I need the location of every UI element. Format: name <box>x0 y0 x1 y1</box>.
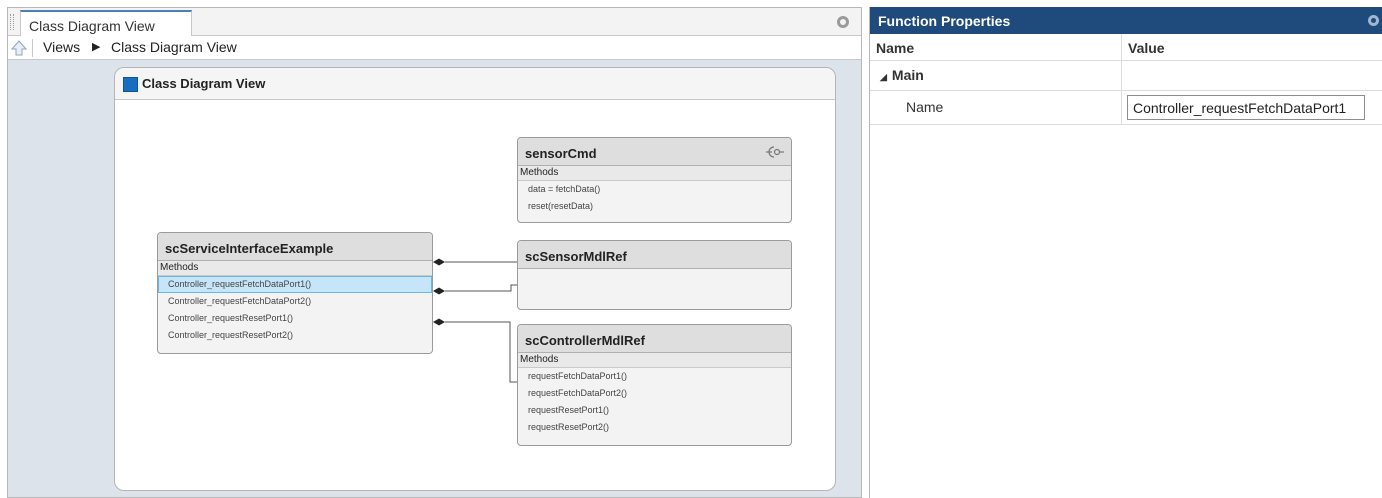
class-title: sensorCmd <box>518 138 791 166</box>
class-title: scServiceInterfaceExample <box>158 233 432 261</box>
methods-section-label: Methods <box>518 353 791 368</box>
breadcrumb-divider <box>32 39 33 57</box>
diagram-header: Class Diagram View <box>115 68 835 100</box>
property-row-name: Name <box>870 91 1382 125</box>
breadcrumb: Views ▶ Class Diagram View <box>8 36 861 60</box>
group-label[interactable]: ◢ Main <box>870 61 1122 90</box>
tab-grip-icon[interactable] <box>10 14 14 30</box>
properties-table: Name Value ◢ Main Name <box>870 34 1382 125</box>
breadcrumb-views-link[interactable]: Views <box>43 39 80 55</box>
function-properties-pane: Function Properties Name Value ◢ Main Nam… <box>869 7 1382 498</box>
property-group-main[interactable]: ◢ Main <box>870 61 1382 91</box>
property-label: Name <box>870 91 1122 124</box>
properties-header: Function Properties <box>870 7 1382 34</box>
method-item[interactable]: Controller_requestResetPort2() <box>158 327 432 344</box>
method-item[interactable]: requestResetPort1() <box>518 402 791 419</box>
interface-lollipop-icon <box>766 146 784 158</box>
method-item[interactable]: Controller_requestResetPort1() <box>158 310 432 327</box>
square-icon <box>123 77 138 92</box>
class-title: scControllerMdlRef <box>518 325 791 353</box>
function-name-input[interactable] <box>1127 95 1365 120</box>
tab-class-diagram-view[interactable]: Class Diagram View <box>20 10 192 37</box>
properties-table-header: Name Value <box>870 34 1382 61</box>
method-item[interactable]: Controller_requestFetchDataPort2() <box>158 293 432 310</box>
method-item[interactable]: requestFetchDataPort2() <box>518 385 791 402</box>
triangle-down-icon[interactable]: ◢ <box>880 72 887 82</box>
class-box-scServiceInterfaceExample[interactable]: scServiceInterfaceExample Methods Contro… <box>157 232 433 354</box>
column-header-value: Value <box>1128 40 1165 56</box>
method-item[interactable]: requestFetchDataPort1() <box>518 368 791 385</box>
method-item[interactable]: data = fetchData() <box>518 181 791 198</box>
triangle-right-icon: ▶ <box>92 41 101 53</box>
class-box-scSensorMdlRef[interactable]: scSensorMdlRef <box>517 240 792 310</box>
up-arrow-icon[interactable] <box>10 39 28 57</box>
diagram-title: Class Diagram View <box>142 76 266 91</box>
methods-section-label: Methods <box>518 166 791 181</box>
class-title: scSensorMdlRef <box>518 241 791 269</box>
close-panel-icon[interactable] <box>1368 15 1379 26</box>
methods-section-label: Methods <box>158 261 432 276</box>
app-root: Class Diagram View Views ▶ Class Diagram… <box>0 0 1382 498</box>
close-tab-icon[interactable] <box>837 16 849 28</box>
class-box-sensorCmd[interactable]: sensorCmd Methods data = fetchData() res… <box>517 137 792 223</box>
method-item[interactable]: reset(resetData) <box>518 198 791 215</box>
properties-title: Function Properties <box>878 13 1011 29</box>
method-item[interactable]: requestResetPort2() <box>518 419 791 436</box>
column-header-name: Name <box>870 34 1122 60</box>
class-box-scControllerMdlRef[interactable]: scControllerMdlRef Methods requestFetchD… <box>517 324 792 446</box>
breadcrumb-current: Class Diagram View <box>111 39 237 55</box>
tab-strip: Class Diagram View <box>8 8 861 37</box>
method-item-selected[interactable]: Controller_requestFetchDataPort1() <box>158 276 432 293</box>
property-value-cell <box>1122 91 1382 124</box>
group-value-empty <box>1122 61 1382 90</box>
